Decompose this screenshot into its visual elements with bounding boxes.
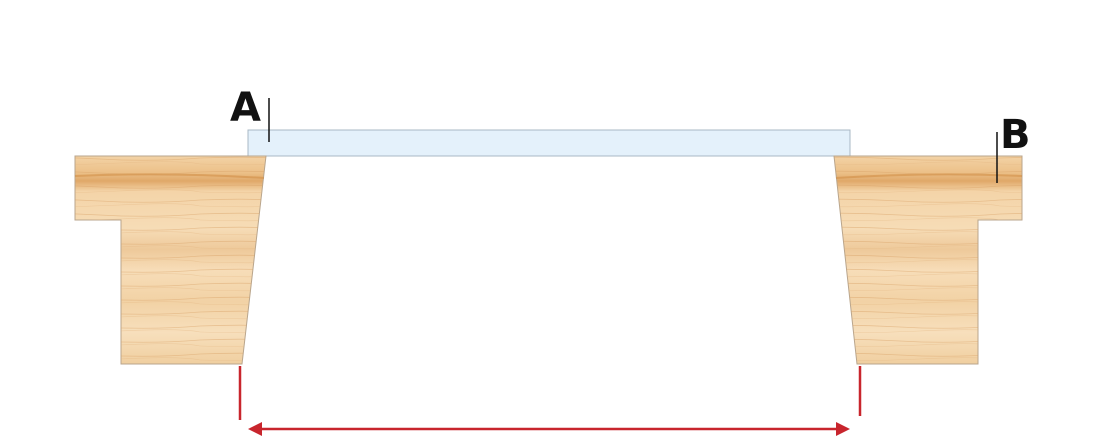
glass-pane xyxy=(247,129,851,157)
callout-b-label: B xyxy=(1000,112,1031,158)
frame-cross-section-diagram: A B xyxy=(74,85,1031,436)
right-frame-profile xyxy=(833,155,1023,365)
callout-a-label: A xyxy=(230,85,261,131)
left-frame-profile xyxy=(74,155,267,365)
dimension-arrow xyxy=(248,422,850,436)
